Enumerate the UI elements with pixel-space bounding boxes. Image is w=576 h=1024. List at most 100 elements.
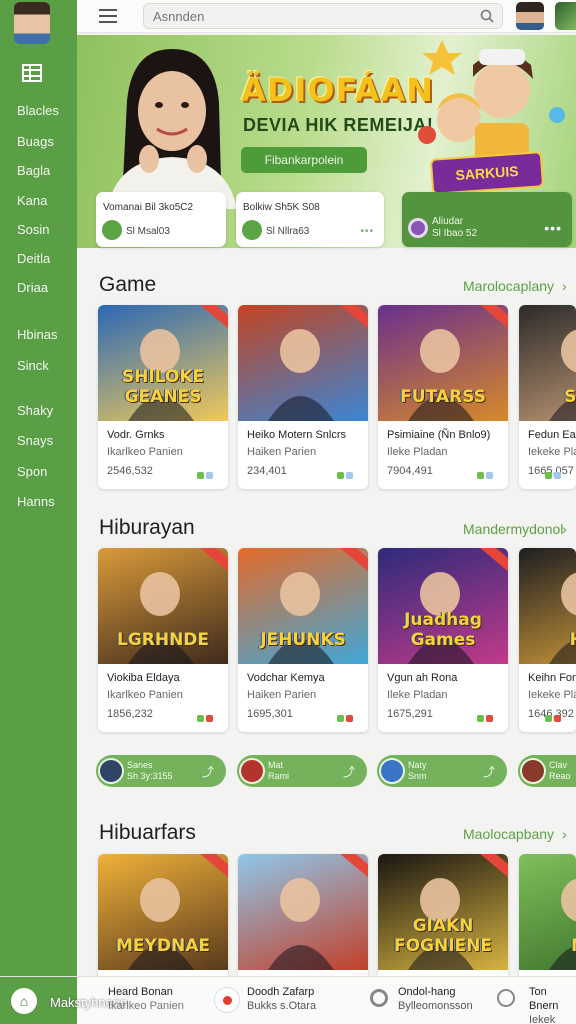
game-name: Heiko Motern Snlcrs — [247, 429, 347, 441]
bottom-item-subtitle: Bukks s.Otara — [247, 1000, 317, 1012]
game-publisher: Haiken Parien — [247, 446, 317, 458]
game-name: Keihn Fon — [528, 672, 576, 684]
pill-title: Naty — [408, 760, 427, 770]
game-publisher: Iekeke Plan — [528, 446, 576, 458]
search-input[interactable] — [153, 9, 453, 24]
platform-badges — [543, 466, 567, 479]
game-card[interactable]: SHILOKE GEANES Vodr. Grnks Ikarlkeo Panien… — [98, 305, 228, 489]
game-player-count: 1695,301 — [247, 708, 293, 720]
game-card[interactable]: FUTARSS Psimiaine (Ñn Bnlo9) Ileke Pladan 7… — [378, 305, 508, 489]
bottom-item[interactable]: Ton Bnern Iekek Pan — [529, 985, 576, 1024]
game-publisher: Ikarlkeo Panien — [107, 446, 183, 458]
grid-menu-icon[interactable] — [22, 64, 42, 82]
section-title: Hibuarfars — [99, 821, 196, 844]
game-cover-image: SAN — [519, 305, 576, 421]
sidebar-item[interactable]: Snays — [17, 433, 53, 448]
sidebar-item[interactable]: Hbinas — [17, 327, 57, 342]
section-see-all-link[interactable]: Mandermydonol — [463, 521, 563, 537]
game-cover-image: NE — [519, 854, 576, 970]
banner-card[interactable]: Bolkiw Sh5K S08 Sl Nllra63 ••• — [236, 192, 384, 247]
sidebar-item[interactable]: Deitla — [17, 251, 50, 266]
platform-badges — [475, 466, 499, 479]
banner-cta-button[interactable]: Fibankarpolein — [241, 147, 367, 173]
game-cover-image — [238, 854, 368, 970]
bottom-item[interactable]: Heard Bonan Ikarlkeo Panien — [108, 985, 184, 1013]
bottom-item[interactable]: Doodh Zafarp Bukks s.Otara — [247, 985, 316, 1013]
sidebar-item[interactable]: Buags — [17, 134, 54, 149]
bottom-item-title: Heard Bonan — [108, 986, 173, 998]
section-see-all-link[interactable]: Marolocaplany — [463, 278, 554, 294]
sidebar-item[interactable]: Shaky — [17, 403, 53, 418]
banner-card[interactable]: Aliudar Sl Ibao 52 ••• — [402, 192, 572, 247]
link-icon[interactable]: ⤴ — [343, 763, 355, 780]
game-cover-image — [238, 305, 368, 421]
sidebar: Blacles Buags Bagla Kana Sosin Deitla Dr… — [0, 0, 77, 1024]
game-card[interactable]: Juadhag Games Vgun ah Rona Ileke Pladan 167… — [378, 548, 508, 732]
game-name: Viokiba Eldaya — [107, 672, 180, 684]
game-publisher: Haiken Parien — [247, 689, 317, 701]
game-name: Vodr. Grnks — [107, 429, 165, 441]
banner-card-title: Aliudar — [432, 216, 464, 227]
game-cover-image: MEYDNAE — [98, 854, 228, 970]
mini-game-pill[interactable]: Sanes Sh 3y:3155 ⤴ — [96, 755, 226, 787]
game-cover-title: GIAKN FOGNIENE — [393, 916, 493, 956]
user-avatar[interactable] — [516, 2, 544, 30]
game-card[interactable]: HOKeihn FonIekeke Plan1646,392 — [519, 548, 576, 732]
bottom-item-subtitle: Bylleomonsson — [398, 1000, 473, 1012]
game-card[interactable]: SANFedun EasIekeke Plan1665,057 — [519, 305, 576, 489]
banner-card[interactable]: Vomanai Bil 3ko5C2 Sl Msal03 — [96, 192, 226, 247]
platform-badges — [335, 466, 359, 479]
game-player-count: 7904,491 — [387, 465, 433, 477]
game-cover-image: LGRHNDE — [98, 548, 228, 664]
game-thumb-icon — [379, 758, 405, 784]
mini-game-pill[interactable]: Clav Reao — [518, 755, 576, 787]
game-cover-image: JEHUNKS — [238, 548, 368, 664]
game-card[interactable]: LGRHNDE Viokiba Eldaya Ikarlkeo Panien 1856… — [98, 548, 228, 732]
sidebar-item[interactable]: Sosin — [17, 222, 50, 237]
game-cover-image: FUTARSS — [378, 305, 508, 421]
search-bar[interactable] — [143, 3, 503, 29]
chevron-right-icon[interactable]: › — [562, 278, 567, 294]
sidebar-item[interactable]: Sinck — [17, 358, 49, 373]
chevron-right-icon[interactable]: › — [562, 521, 567, 537]
game-publisher: Ikarlkeo Panien — [107, 689, 183, 701]
game-player-count: 2546,532 — [107, 465, 153, 477]
pill-title: Sanes — [127, 760, 153, 770]
banner-character-image — [107, 49, 237, 209]
hamburger-menu-icon[interactable] — [99, 9, 117, 23]
link-icon[interactable]: ⤴ — [483, 763, 495, 780]
sidebar-item[interactable]: Driaa — [17, 280, 48, 295]
bottom-item[interactable]: Ondol-hang Bylleomonsson — [398, 985, 473, 1013]
game-avatar[interactable] — [555, 2, 576, 30]
timer-icon[interactable] — [497, 989, 515, 1007]
platform-badges — [195, 466, 219, 479]
banner-card-subtitle: Sl Ibao 52 — [432, 228, 478, 239]
search-icon[interactable] — [480, 9, 494, 28]
bottom-item-subtitle: Iekek Pan — [529, 1014, 556, 1024]
pill-subtitle: Rami — [268, 771, 290, 781]
section-see-all-link[interactable]: Maolocapbany — [463, 826, 554, 842]
mini-game-pill[interactable]: Naty Snm ⤴ — [377, 755, 507, 787]
refresh-icon[interactable] — [370, 989, 388, 1007]
chevron-right-icon[interactable]: › — [562, 826, 567, 842]
sidebar-item[interactable]: Blacles — [17, 103, 59, 118]
game-thumb-icon — [239, 758, 265, 784]
link-icon[interactable]: ⤴ — [202, 763, 214, 780]
game-cover-title: Juadhag Games — [404, 610, 482, 650]
platform-badges — [195, 709, 219, 722]
game-card[interactable]: Heiko Motern Snlcrs Haiken Parien 234,401 — [238, 305, 368, 489]
profile-avatar[interactable] — [14, 2, 50, 44]
banner-title: ÄDIOFÁAN — [241, 71, 434, 109]
banner-card-icon — [408, 218, 428, 238]
mini-game-pill[interactable]: Mat Rami ⤴ — [237, 755, 367, 787]
record-icon[interactable] — [214, 987, 240, 1013]
sidebar-item[interactable]: Kana — [17, 193, 47, 208]
sidebar-item[interactable]: Hanns — [17, 494, 55, 509]
sidebar-item[interactable]: Spon — [17, 464, 47, 479]
game-card[interactable]: JEHUNKS Vodchar Kemya Haiken Parien 1695,30… — [238, 548, 368, 732]
carousel-dots[interactable]: ••• — [360, 226, 374, 237]
more-options-icon[interactable]: ••• — [544, 220, 562, 236]
game-cover-image: Juadhag Games — [378, 548, 508, 664]
sidebar-item[interactable]: Bagla — [17, 163, 50, 178]
game-cover-title: SAN — [564, 387, 576, 407]
